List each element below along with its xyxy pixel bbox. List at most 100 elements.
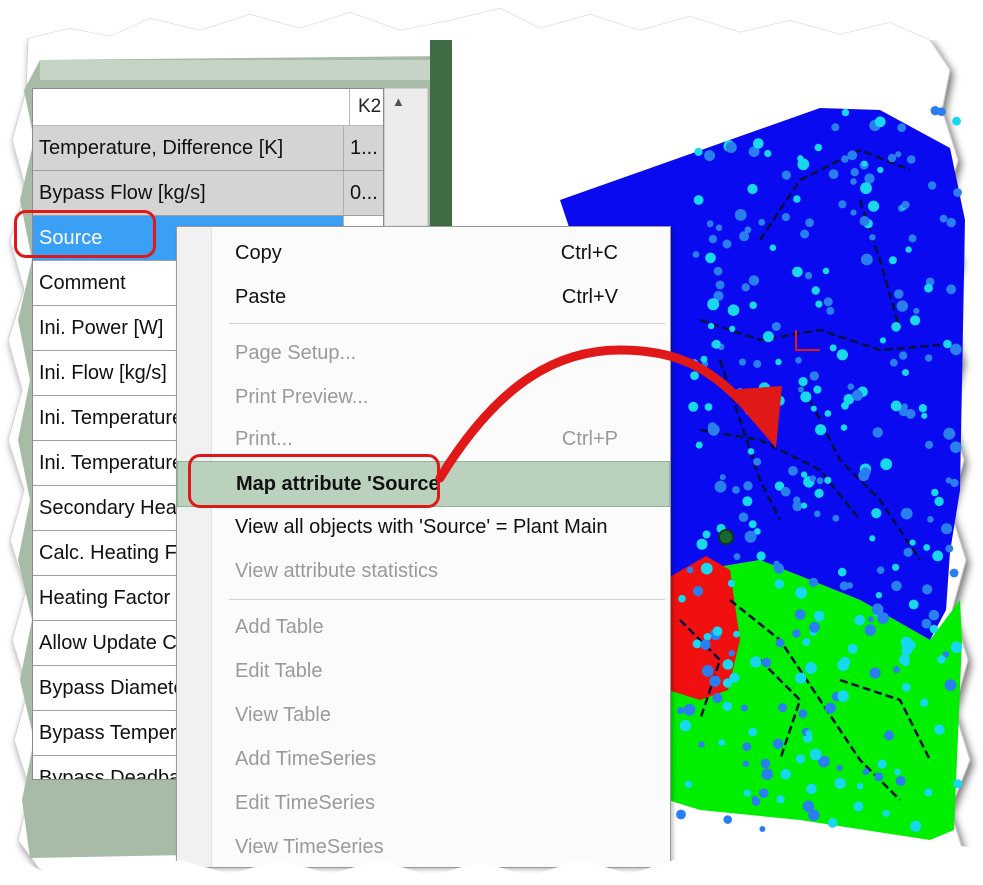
network-node <box>800 229 810 239</box>
network-node <box>953 188 962 197</box>
plant-node <box>718 529 734 545</box>
network-node <box>877 612 889 624</box>
network-node <box>793 195 801 203</box>
network-node <box>740 704 748 712</box>
network-node <box>815 424 827 436</box>
network-node <box>792 266 803 278</box>
network-node <box>795 357 802 364</box>
menu-item-add-timeseries[interactable]: Add TimeSeries <box>177 737 670 781</box>
scroll-up-arrow-icon[interactable]: ▲ <box>392 94 406 109</box>
network-node <box>781 213 791 222</box>
network-node <box>707 422 718 432</box>
network-node <box>864 624 876 636</box>
network-node <box>725 141 737 153</box>
grid-row-value[interactable]: 1... <box>343 126 383 170</box>
network-node <box>702 530 711 539</box>
network-node <box>950 641 963 653</box>
network-node <box>801 502 808 509</box>
menu-item-label: View all objects with 'Source' = Plant M… <box>235 516 608 538</box>
network-node <box>794 609 806 620</box>
network-node <box>824 476 832 484</box>
network-node <box>945 544 954 553</box>
network-node <box>780 486 791 497</box>
menu-item-add-table[interactable]: Add Table <box>177 605 670 649</box>
network-node <box>924 788 933 797</box>
menu-item-edit-timeseries[interactable]: Edit TimeSeries <box>177 781 670 825</box>
menu-item-copy[interactable]: Copy Ctrl+C <box>177 231 670 275</box>
menu-item-label: View TimeSeries <box>235 836 384 858</box>
grid-header: K2! <box>33 89 383 126</box>
network-node <box>742 760 750 767</box>
network-node <box>813 385 822 394</box>
network-node <box>749 301 757 310</box>
network-node <box>774 579 784 589</box>
network-node <box>901 200 910 209</box>
network-node <box>888 256 897 265</box>
network-node <box>809 748 822 761</box>
network-node <box>950 441 962 454</box>
network-node <box>847 150 858 161</box>
network-node <box>864 173 875 184</box>
network-node <box>869 234 876 241</box>
network-node <box>798 386 805 393</box>
network-node <box>745 407 753 416</box>
network-node <box>847 643 858 654</box>
network-node <box>690 371 699 381</box>
network-node <box>875 592 883 599</box>
network-node <box>705 252 716 264</box>
network-node <box>944 679 957 691</box>
network-node <box>937 107 946 116</box>
network-node <box>859 216 870 226</box>
menu-item-page-setup[interactable]: Page Setup... <box>177 331 670 375</box>
menu-item-view-all-objects[interactable]: View all objects with 'Source' = Plant M… <box>177 505 670 549</box>
grid-column-header[interactable]: K2! <box>349 89 383 125</box>
grid-row-value[interactable]: 0... <box>343 171 383 215</box>
network-node <box>701 665 714 677</box>
network-node <box>814 510 821 518</box>
network-node <box>703 633 712 641</box>
network-node <box>887 153 897 163</box>
network-node <box>837 567 847 577</box>
network-node <box>775 358 782 366</box>
network-node <box>747 448 755 455</box>
network-node <box>741 283 750 292</box>
network-node <box>937 655 946 664</box>
menu-item-edit-table[interactable]: Edit Table <box>177 649 670 693</box>
network-node <box>694 147 703 156</box>
network-node <box>900 507 913 520</box>
network-node <box>808 577 819 588</box>
grid-row[interactable]: Temperature, Difference [K] 1... <box>33 126 383 171</box>
network-node <box>753 138 764 149</box>
network-node <box>877 759 887 769</box>
network-node <box>880 458 893 471</box>
network-node <box>700 355 708 363</box>
network-node <box>723 815 732 824</box>
network-node <box>897 123 907 133</box>
network-node <box>802 638 811 646</box>
menu-item-print-preview[interactable]: Print Preview... <box>177 375 670 419</box>
network-node <box>896 300 908 312</box>
network-node <box>748 727 757 737</box>
menu-item-shortcut: Ctrl+C <box>560 242 618 264</box>
network-node <box>750 656 762 668</box>
network-node <box>877 166 884 174</box>
network-node <box>813 610 825 622</box>
network-node <box>811 286 820 295</box>
network-node <box>686 566 694 574</box>
network-node <box>809 621 820 633</box>
menu-item-view-table[interactable]: View Table <box>177 693 670 737</box>
network-node <box>692 586 704 597</box>
network-node <box>722 659 734 670</box>
network-node <box>747 183 758 195</box>
network-node <box>761 768 773 780</box>
menu-item-view-attribute-statistics[interactable]: View attribute statistics <box>177 549 670 593</box>
network-node <box>772 738 784 749</box>
network-node <box>891 322 901 332</box>
menu-item-view-timeseries[interactable]: View TimeSeries <box>177 825 670 869</box>
network-node <box>840 424 848 431</box>
network-node <box>905 409 916 419</box>
network-node <box>934 724 945 735</box>
menu-item-paste[interactable]: Paste Ctrl+V <box>177 275 670 319</box>
network-node <box>711 339 721 349</box>
network-node <box>684 780 693 788</box>
